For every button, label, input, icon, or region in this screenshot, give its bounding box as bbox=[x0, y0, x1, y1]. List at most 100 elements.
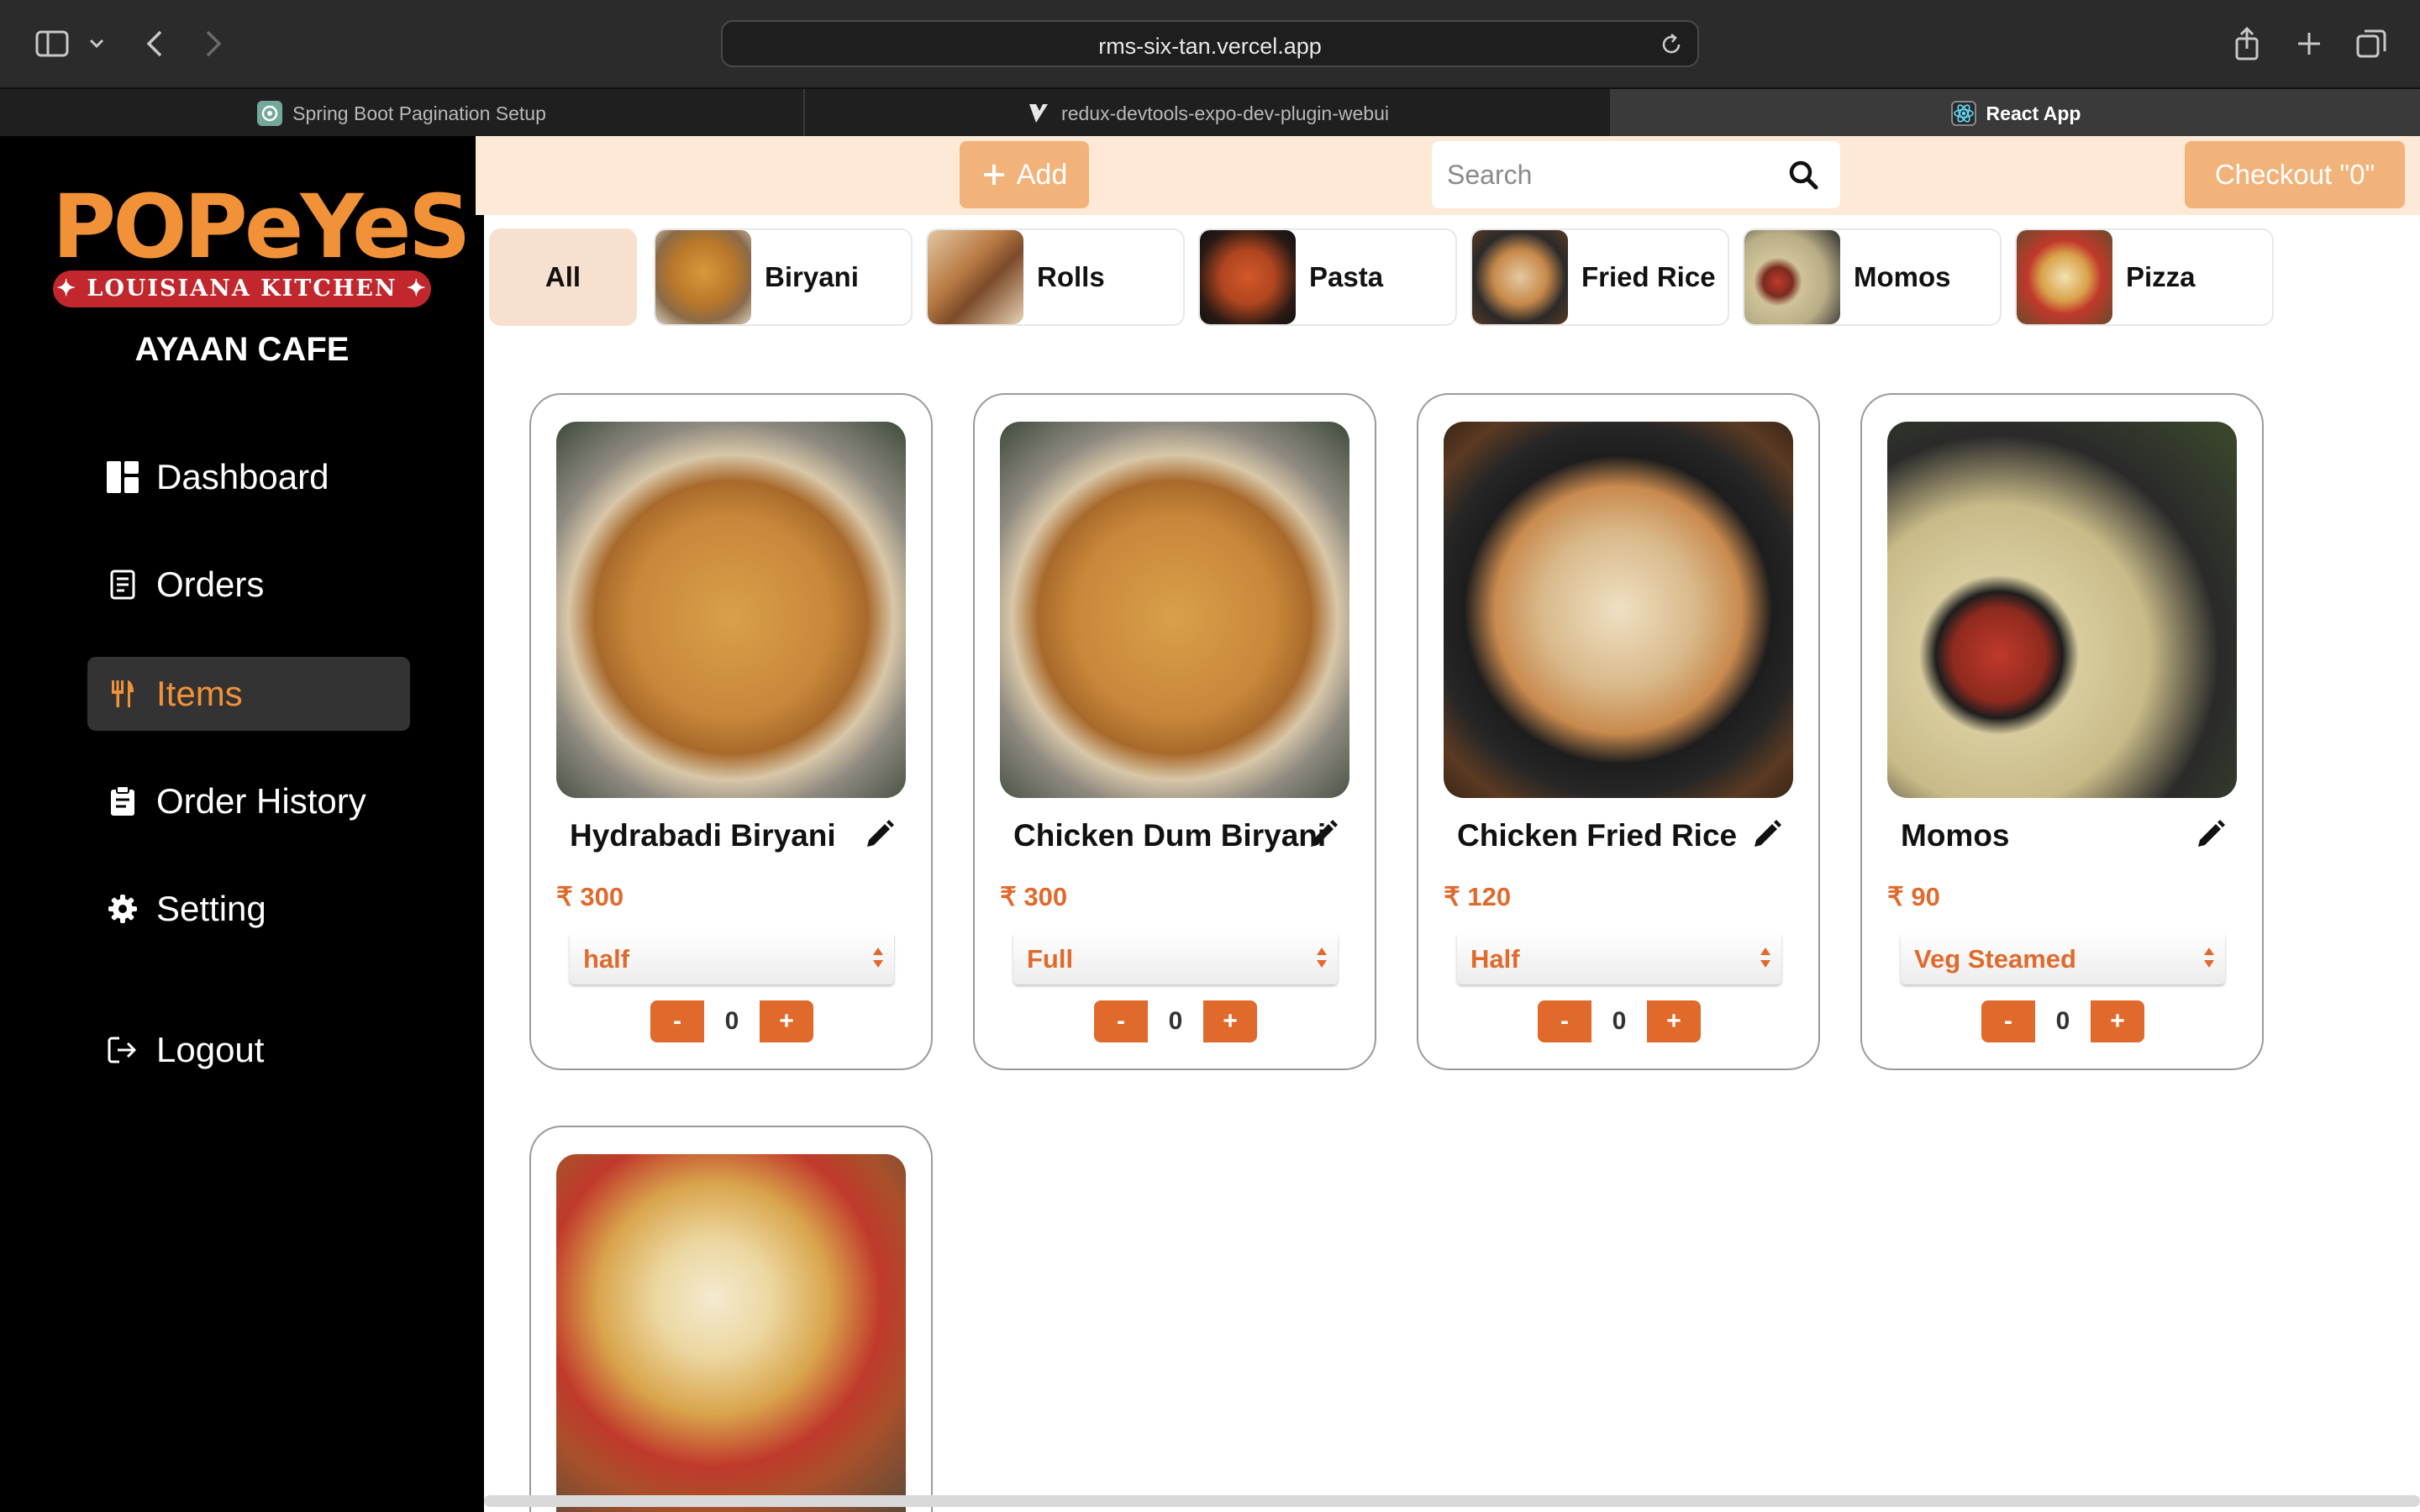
item-card: Chicken Dum Biryani ₹ 300 Full - 0 + bbox=[973, 393, 1376, 1070]
category-pizza[interactable]: Pizza bbox=[2015, 228, 2274, 326]
share-icon[interactable] bbox=[2228, 22, 2265, 66]
decrement-button[interactable]: - bbox=[650, 1000, 704, 1042]
browser-tab-active[interactable]: React App bbox=[1612, 89, 2420, 138]
decrement-button[interactable]: - bbox=[1094, 1000, 1148, 1042]
add-item-button[interactable]: Add bbox=[960, 141, 1089, 208]
variant-value: Full bbox=[1027, 944, 1074, 974]
item-image bbox=[1887, 422, 2237, 798]
select-arrows-icon bbox=[873, 948, 883, 968]
pencil-icon[interactable] bbox=[862, 818, 896, 852]
quantity-value: 0 bbox=[704, 1000, 760, 1042]
category-image bbox=[1200, 230, 1296, 324]
nav-label: Logout bbox=[156, 1030, 265, 1069]
quantity-stepper: - 0 + bbox=[1094, 1000, 1257, 1043]
quantity-stepper: - 0 + bbox=[1538, 1000, 1701, 1043]
chevron-down-icon[interactable] bbox=[84, 22, 109, 66]
back-icon[interactable] bbox=[139, 22, 170, 66]
category-pasta[interactable]: Pasta bbox=[1198, 228, 1457, 326]
item-name: Chicken Fried Rice bbox=[1457, 818, 1738, 853]
nav-item-items[interactable]: Items bbox=[87, 657, 410, 731]
nav-item-order-history[interactable]: Order History bbox=[87, 764, 410, 838]
category-biryani[interactable]: Biryani bbox=[654, 228, 913, 326]
item-image bbox=[556, 422, 906, 798]
tab-overview-icon[interactable] bbox=[2353, 22, 2390, 66]
nav-label: Order History bbox=[156, 781, 366, 821]
pencil-icon[interactable] bbox=[1306, 818, 1339, 852]
item-price: ₹ 120 bbox=[1444, 882, 1512, 911]
category-image bbox=[928, 230, 1023, 324]
variant-select[interactable]: Half bbox=[1457, 932, 1781, 984]
category-momos[interactable]: Momos bbox=[1743, 228, 2002, 326]
search-icon[interactable] bbox=[1788, 160, 1818, 190]
increment-button[interactable]: + bbox=[2091, 1000, 2144, 1042]
browser-tab[interactable]: Spring Boot Pagination Setup bbox=[0, 89, 805, 138]
variant-value: Veg Steamed bbox=[1914, 944, 2076, 974]
item-image bbox=[1000, 422, 1349, 798]
nav-item-logout[interactable]: Logout bbox=[87, 1013, 410, 1087]
category-rolls[interactable]: Rolls bbox=[926, 228, 1185, 326]
variant-select[interactable]: Full bbox=[1013, 932, 1338, 984]
gear-icon bbox=[106, 892, 139, 926]
nav-item-orders[interactable]: Orders bbox=[87, 548, 410, 622]
cafe-name: AYAAN CAFE bbox=[134, 331, 350, 368]
category-image bbox=[1744, 230, 1840, 324]
sidebar: POPeYeS ✦ LOUISIANA KITCHEN ✦ AYAAN CAFE… bbox=[0, 136, 484, 1512]
logout-icon bbox=[106, 1033, 139, 1067]
nav-item-dashboard[interactable]: Dashboard bbox=[87, 440, 410, 514]
sidebar-toggle-icon[interactable] bbox=[32, 22, 72, 66]
logo-wordmark: POPeYeS bbox=[52, 176, 471, 278]
decrement-button[interactable]: - bbox=[1981, 1000, 2035, 1042]
browser-tab[interactable]: redux-devtools-expo-dev-plugin-webui bbox=[805, 89, 1612, 138]
receipt-icon bbox=[106, 568, 139, 601]
expo-icon bbox=[1026, 101, 1051, 126]
tab-title: React App bbox=[1986, 102, 2081, 124]
select-arrows-icon bbox=[1760, 948, 1770, 968]
horizontal-scrollbar[interactable] bbox=[484, 1495, 2420, 1507]
category-label: All bbox=[544, 261, 581, 292]
increment-button[interactable]: + bbox=[760, 1000, 813, 1042]
search-input[interactable] bbox=[1447, 141, 1766, 208]
increment-button[interactable]: + bbox=[1647, 1000, 1701, 1042]
pencil-icon[interactable] bbox=[2193, 818, 2227, 852]
new-tab-icon[interactable] bbox=[2291, 22, 2328, 66]
add-button-label: Add bbox=[1016, 158, 1068, 191]
item-image bbox=[1444, 422, 1793, 798]
select-arrows-icon bbox=[2204, 948, 2214, 968]
item-name: Chicken Dum Biryani bbox=[1013, 818, 1327, 853]
utensils-icon bbox=[106, 677, 139, 711]
category-label: Fried Rice bbox=[1581, 261, 1716, 292]
tab-title: Spring Boot Pagination Setup bbox=[292, 102, 546, 124]
category-label: Momos bbox=[1854, 261, 1951, 292]
item-name: Momos bbox=[1901, 818, 2010, 853]
nav-label: Items bbox=[156, 674, 243, 713]
decrement-button[interactable]: - bbox=[1538, 1000, 1591, 1042]
nav-label: Dashboard bbox=[156, 457, 329, 496]
address-bar[interactable]: rms-six-tan.vercel.app bbox=[721, 20, 1699, 67]
item-price: ₹ 300 bbox=[556, 882, 624, 911]
item-card: Momos ₹ 90 Veg Steamed - 0 + bbox=[1860, 393, 2264, 1070]
category-image bbox=[1472, 230, 1568, 324]
nav-item-setting[interactable]: Setting bbox=[87, 872, 410, 946]
pencil-icon[interactable] bbox=[1749, 818, 1783, 852]
logo-banner: ✦ LOUISIANA KITCHEN ✦ bbox=[53, 270, 431, 307]
search-box bbox=[1432, 141, 1840, 208]
variant-select[interactable]: Veg Steamed bbox=[1901, 932, 2225, 984]
item-card bbox=[529, 1126, 933, 1512]
dashboard-icon bbox=[106, 460, 139, 494]
plus-icon bbox=[983, 165, 1004, 185]
checkout-button[interactable]: Checkout "0" bbox=[2185, 141, 2405, 208]
reload-icon[interactable] bbox=[1659, 32, 1684, 57]
nav-label: Setting bbox=[156, 889, 266, 928]
quantity-value: 0 bbox=[2035, 1000, 2091, 1042]
react-icon bbox=[1950, 101, 1976, 126]
category-label: Biryani bbox=[765, 261, 859, 292]
forward-icon[interactable] bbox=[198, 22, 229, 66]
quantity-stepper: - 0 + bbox=[1981, 1000, 2144, 1043]
variant-value: half bbox=[583, 944, 630, 974]
variant-select[interactable]: half bbox=[570, 932, 894, 984]
item-card: Chicken Fried Rice ₹ 120 Half - 0 + bbox=[1417, 393, 1820, 1070]
increment-button[interactable]: + bbox=[1203, 1000, 1257, 1042]
category-label: Rolls bbox=[1037, 261, 1105, 292]
category-fried-rice[interactable]: Fried Rice bbox=[1470, 228, 1729, 326]
category-all[interactable]: All bbox=[489, 228, 637, 326]
